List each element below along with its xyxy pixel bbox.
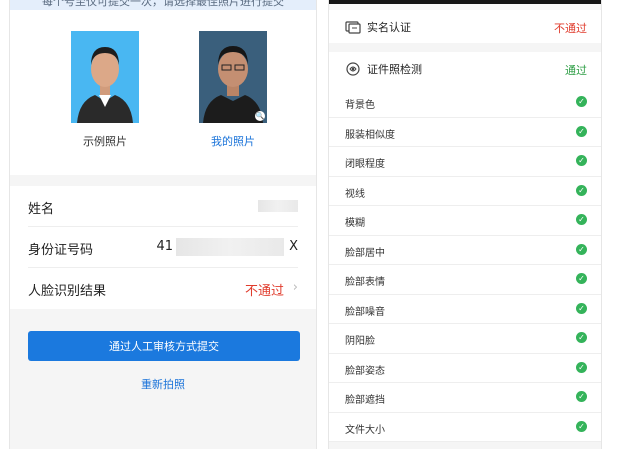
- list-item: 脸部遮挡 ✓: [329, 383, 601, 413]
- list-item: 文件大小 ✓: [329, 412, 601, 442]
- name-label: 姓名: [28, 202, 55, 217]
- id-prefix: 41: [156, 239, 173, 254]
- manual-review-submit-button[interactable]: 通过人工审核方式提交: [28, 331, 300, 361]
- id-card-icon: [345, 21, 361, 34]
- list-item: 闭眼程度 ✓: [329, 147, 601, 177]
- check-icon: ✓: [576, 391, 587, 402]
- face-result-label: 人脸识别结果: [28, 284, 107, 299]
- example-photo-card: 示例照片: [60, 31, 150, 149]
- check-item-label: 脸部遮挡: [345, 395, 385, 406]
- id-row: 身份证号码 41 X: [28, 227, 298, 268]
- realname-title: 实名认证: [367, 21, 411, 34]
- list-item: 脸部居中 ✓: [329, 235, 601, 265]
- check-icon: ✓: [576, 155, 587, 166]
- realname-section: 实名认证 不通过: [329, 10, 601, 43]
- check-icon: ✓: [576, 273, 587, 284]
- check-icon: ✓: [576, 125, 587, 137]
- check-icon: ✓: [576, 420, 587, 432]
- face-result-row[interactable]: 人脸识别结果 不通过 ›: [28, 268, 298, 309]
- name-row: 姓名: [28, 186, 298, 227]
- my-photo-card[interactable]: 🔍 我的照片: [188, 31, 278, 149]
- example-photo: [71, 31, 139, 123]
- list-item: 背景色 ✓: [329, 88, 601, 118]
- face-verify-panel: 每个号至仅可提交一次，请选择最佳照片进行提交 示例照片 🔍 我的照片 姓名 身份…: [9, 0, 317, 449]
- check-items: 背景色 ✓ 服装相似度 ✓ 闭眼程度 ✓ 视线 ✓ 模糊 ✓ 脸部居中 ✓ 脸部表情 ✓ 脸部…: [329, 88, 601, 442]
- list-item: 服装相似度 ✓: [329, 117, 601, 147]
- photo-check-section: 证件照检测 通过: [329, 52, 601, 88]
- zoom-icon[interactable]: 🔍: [255, 111, 265, 121]
- check-icon: ✓: [576, 361, 587, 373]
- check-item-label: 脸部居中: [345, 247, 385, 259]
- check-icon: ✓: [576, 214, 587, 225]
- photo-compare-section: 示例照片 🔍 我的照片: [10, 10, 316, 175]
- check-icon: ✓: [576, 96, 587, 107]
- check-icon: ✓: [576, 332, 587, 343]
- check-item-label: 视线: [345, 188, 365, 200]
- check-item-label: 闭眼程度: [345, 159, 385, 170]
- realname-status: 不通过: [554, 22, 587, 35]
- list-item: 脸部噪音 ✓: [329, 294, 601, 324]
- check-item-label: 脸部噪音: [345, 306, 385, 318]
- check-result-panel: 实名认证 不通过 证件照检测 通过 背景色 ✓ 服装相似度 ✓ 闭眼程度 ✓ 视线 ✓ …: [328, 0, 602, 449]
- top-bar: [329, 0, 601, 4]
- id-label: 身份证号码: [28, 243, 94, 258]
- my-photo-caption[interactable]: 我的照片: [188, 133, 278, 149]
- check-item-label: 模糊: [345, 218, 365, 229]
- id-value-redacted: [176, 238, 284, 256]
- check-item-label: 背景色: [345, 100, 375, 111]
- chevron-right-icon: ›: [292, 280, 298, 295]
- check-item-label: 阴阳脸: [345, 336, 375, 347]
- face-scan-icon: [346, 62, 360, 76]
- check-item-label: 服装相似度: [345, 129, 395, 141]
- check-icon: ✓: [576, 302, 587, 314]
- list-item: 模糊 ✓: [329, 206, 601, 236]
- check-icon: ✓: [576, 184, 587, 196]
- identity-info: 姓名 身份证号码 41 X 人脸识别结果 不通过 ›: [10, 186, 316, 309]
- list-item: 视线 ✓: [329, 176, 601, 206]
- retake-photo-link[interactable]: 重新拍照: [10, 376, 316, 392]
- example-photo-caption: 示例照片: [83, 135, 127, 148]
- check-item-label: 脸部表情: [345, 277, 385, 288]
- list-item: 脸部姿态 ✓: [329, 353, 601, 383]
- face-result-value: 不通过: [244, 284, 284, 299]
- name-value-redacted: [258, 200, 298, 212]
- check-item-label: 文件大小: [345, 424, 385, 436]
- notice-text: 每个号至仅可提交一次，请选择最佳照片进行提交: [42, 0, 284, 8]
- list-item: 阴阳脸 ✓: [329, 324, 601, 354]
- notice-banner: 每个号至仅可提交一次，请选择最佳照片进行提交: [10, 0, 316, 10]
- check-item-label: 脸部姿态: [345, 365, 385, 377]
- photo-check-title: 证件照检测: [367, 63, 422, 76]
- list-item: 脸部表情 ✓: [329, 265, 601, 295]
- id-suffix: X: [289, 239, 298, 254]
- photo-check-status: 通过: [565, 64, 587, 77]
- check-icon: ✓: [576, 243, 587, 255]
- my-photo[interactable]: 🔍: [199, 31, 267, 123]
